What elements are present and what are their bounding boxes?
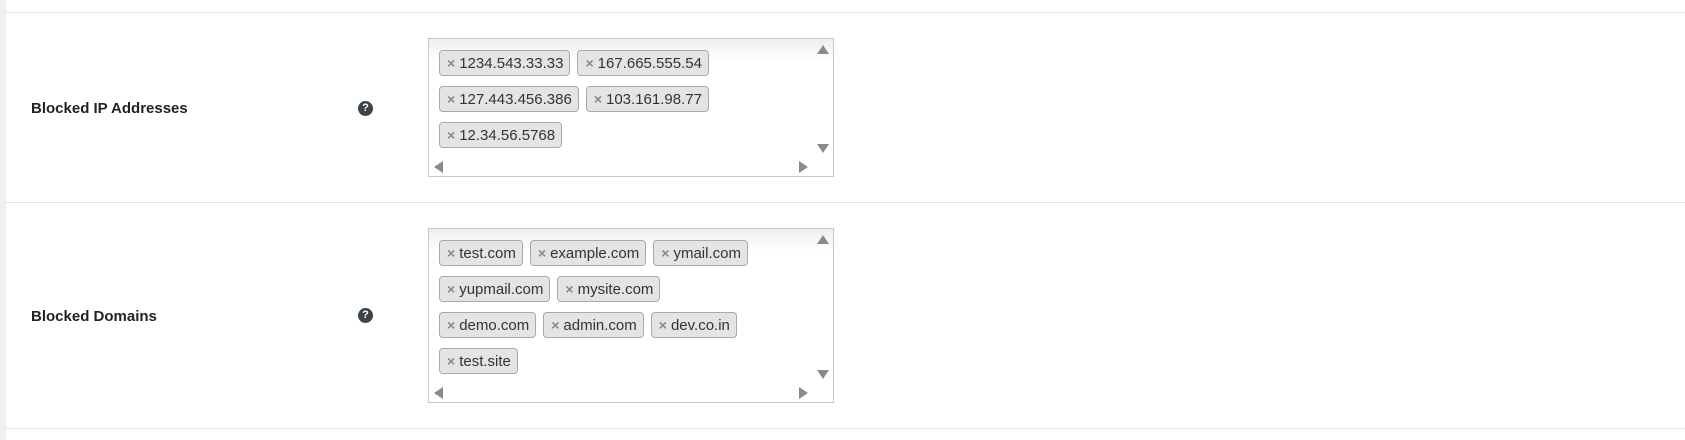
domain-tag[interactable]: × test.site [439,348,518,374]
vertical-scrollbar[interactable] [813,39,833,158]
tag-line: × test.site [439,348,779,374]
tag-label: ymail.com [673,245,741,262]
tag-line: × 127.443.456.386 × 103.161.98.77 [439,86,779,112]
remove-tag-icon[interactable]: × [538,245,546,261]
blocked-domains-label: Blocked Domains [31,308,157,325]
row-divider [6,12,1685,13]
horizontal-scrollbar[interactable] [429,158,813,176]
blocked-ip-tag-box[interactable]: × 1234.543.33.33 × 167.665.555.54 × 127.443.… [428,38,834,177]
tag-label: mysite.com [577,281,654,298]
ip-tag[interactable]: × 167.665.555.54 [577,50,709,76]
scroll-right-arrow-icon[interactable] [799,161,808,173]
domain-tag[interactable]: × yupmail.com [439,276,551,302]
row-divider [6,202,1685,203]
domain-tag[interactable]: × admin.com [543,312,644,338]
scrollbar-corner [813,158,833,176]
remove-tag-icon[interactable]: × [447,317,455,333]
remove-tag-icon[interactable]: × [551,317,559,333]
remove-tag-icon[interactable]: × [447,353,455,369]
tag-label: dev.co.in [670,317,730,334]
ip-tag[interactable]: × 103.161.98.77 [585,86,709,112]
tag-label: admin.com [563,317,637,334]
tag-label: 12.34.56.5768 [459,127,556,144]
remove-tag-icon[interactable]: × [585,55,593,71]
blocked-domains-tag-box[interactable]: × test.com × example.com × ymail.com × yupmail… [428,228,834,403]
domain-tag-list: × test.com × example.com × ymail.com × yupmail… [439,240,779,384]
tag-label: test.site [459,353,511,370]
remove-tag-icon[interactable]: × [447,127,455,143]
blocked-ip-label: Blocked IP Addresses [31,100,188,117]
remove-tag-icon[interactable]: × [594,91,602,107]
tag-line: × 12.34.56.5768 [439,122,779,148]
scroll-up-arrow-icon[interactable] [817,45,829,54]
domain-tag[interactable]: × demo.com [439,312,537,338]
tag-label: demo.com [459,317,530,334]
remove-tag-icon[interactable]: × [447,281,455,297]
tag-line: × 1234.543.33.33 × 167.665.555.54 [439,50,779,76]
domain-tag[interactable]: × dev.co.in [650,312,737,338]
domain-tag[interactable]: × ymail.com [653,240,748,266]
scrollbar-corner [813,384,833,402]
settings-panel: Blocked IP Addresses ? × 1234.543.33.33 × 1… [6,0,1685,440]
help-icon[interactable]: ? [358,308,373,323]
tag-line: × demo.com × admin.com × dev.co.in [439,312,779,338]
remove-tag-icon[interactable]: × [447,245,455,261]
tag-label: 127.443.456.386 [459,91,572,108]
row-divider [6,428,1685,429]
ip-tag[interactable]: × 127.443.456.386 [439,86,579,112]
horizontal-scrollbar[interactable] [429,384,813,402]
tag-label: example.com [550,245,640,262]
domain-tag[interactable]: × mysite.com [557,276,661,302]
tag-line: × test.com × example.com × ymail.com [439,240,779,266]
tag-label: 103.161.98.77 [606,91,702,108]
scroll-down-arrow-icon[interactable] [817,370,829,379]
domain-tag[interactable]: × test.com [439,240,523,266]
remove-tag-icon[interactable]: × [447,55,455,71]
tag-label: yupmail.com [459,281,544,298]
domain-tag[interactable]: × example.com [529,240,647,266]
remove-tag-icon[interactable]: × [565,281,573,297]
ip-tag-list: × 1234.543.33.33 × 167.665.555.54 × 127.443.… [439,50,779,158]
remove-tag-icon[interactable]: × [661,245,669,261]
remove-tag-icon[interactable]: × [659,317,667,333]
tag-line: × yupmail.com × mysite.com [439,276,779,302]
vertical-scrollbar[interactable] [813,229,833,384]
scroll-left-arrow-icon[interactable] [434,387,443,399]
ip-tag[interactable]: × 12.34.56.5768 [439,122,563,148]
scroll-up-arrow-icon[interactable] [817,235,829,244]
remove-tag-icon[interactable]: × [447,91,455,107]
scroll-down-arrow-icon[interactable] [817,144,829,153]
scroll-left-arrow-icon[interactable] [434,161,443,173]
ip-tag[interactable]: × 1234.543.33.33 [439,50,571,76]
scroll-right-arrow-icon[interactable] [799,387,808,399]
help-icon[interactable]: ? [358,101,373,116]
tag-label: test.com [459,245,516,262]
tag-label: 167.665.555.54 [597,55,702,72]
tag-label: 1234.543.33.33 [459,55,564,72]
